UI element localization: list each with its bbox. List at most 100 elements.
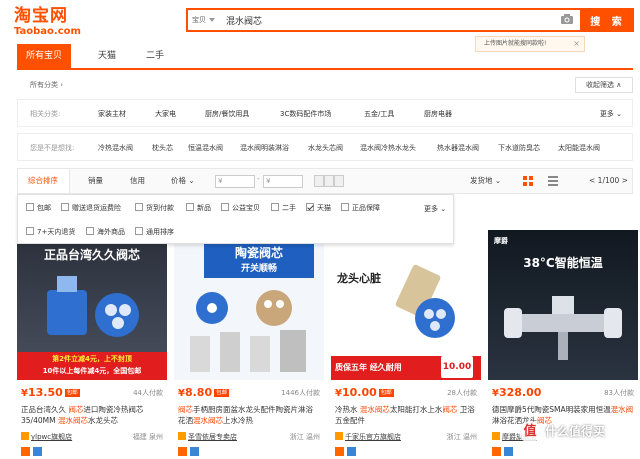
tmall-badge-icon[interactable] — [21, 447, 30, 456]
filter-new[interactable]: 新品 — [186, 203, 211, 213]
category-item[interactable]: 厨房电器 — [424, 109, 452, 119]
checkbox[interactable] — [135, 227, 143, 235]
product-image[interactable]: 陶瓷阀芯 开关顺畅 — [174, 230, 324, 380]
filter-tmall[interactable]: 天猫 — [306, 203, 331, 213]
product-card[interactable]: 龙头心脏 质保五年 经久耐用 10.00 ¥10.00 包邮 28人付款 冷热水 … — [331, 230, 481, 459]
shop-icon — [21, 432, 29, 440]
search-scope-select[interactable]: 宝贝 — [192, 13, 216, 27]
currency-symbol: ¥ — [335, 388, 342, 399]
filter-general-sort[interactable]: 通用排序 — [135, 227, 174, 237]
product-title[interactable]: 正品台湾久久 阀芯进口陶瓷冷热阀芯35/40MM 混水阀芯水龙头芯 — [21, 404, 163, 426]
categories-more-button[interactable]: 更多 ⌄ — [600, 109, 622, 119]
related-search-item[interactable]: 枕头芯 — [152, 143, 173, 153]
checkbox[interactable] — [26, 203, 34, 211]
product-info: ¥8.80 包邮 1446人付款 阀芯手柄厨房面盆水龙头配件陶瓷片淋浴花洒混水阀芯… — [174, 380, 324, 459]
checkbox[interactable] — [186, 203, 194, 211]
watermark: 值什么值得买 — [519, 421, 639, 451]
product-card[interactable]: 陶瓷阀芯 开关顺畅 ¥8.80 包邮 1446人付款 阀芯手柄厨房面盆水龙头配件陶… — [174, 230, 324, 459]
image-headline: 陶瓷阀芯 — [234, 246, 283, 260]
product-title[interactable]: 冷热水 混水阀芯太阳能打水上水阀芯 卫浴五金配件 — [335, 404, 477, 426]
related-search-item[interactable]: 混水阀冷热水龙头 — [360, 143, 416, 153]
filters-more-button[interactable]: 更多 ⌄ — [424, 204, 446, 214]
valve-cartridge-picture — [395, 264, 455, 338]
filter-free-shipping[interactable]: 包邮 — [26, 203, 51, 213]
filter-charity[interactable]: 公益宝贝 — [221, 203, 260, 213]
free-shipping-badge: 包邮 — [214, 389, 230, 397]
category-item[interactable]: 厨房/餐饮用具 — [205, 109, 249, 119]
related-search-item[interactable]: 太阳能混水阀 — [558, 143, 600, 153]
location: 浙江 温州 — [289, 433, 320, 441]
service-badge-icon[interactable] — [190, 447, 199, 456]
tab-tmall[interactable]: 天猫 — [87, 44, 127, 68]
product-image[interactable]: 龙头心脏 质保五年 经久耐用 10.00 — [331, 230, 481, 380]
buyers-count: 1446人付款 — [281, 389, 320, 397]
filter-7day-return[interactable]: 7+天内退货 — [26, 227, 75, 237]
list-view-icon[interactable] — [548, 176, 558, 186]
price-distribution[interactable] — [314, 175, 344, 187]
related-categories-label: 相关分类: — [30, 110, 61, 118]
search-input[interactable] — [226, 13, 526, 27]
related-search-item[interactable]: 水龙头芯阀 — [308, 143, 343, 153]
checkbox[interactable] — [271, 203, 279, 211]
filter-overseas[interactable]: 海外商品 — [86, 227, 125, 237]
tab-all-items[interactable]: 所有宝贝 — [17, 44, 71, 68]
filter-second-hand[interactable]: 二手 — [271, 203, 296, 213]
filter-authentic[interactable]: 正品保障 — [341, 203, 380, 213]
service-badge-icon[interactable] — [504, 447, 513, 456]
price-min-input[interactable]: ¥ — [215, 175, 255, 188]
checkbox[interactable] — [221, 203, 229, 211]
taobao-logo[interactable]: 淘宝网 Taobao.com — [14, 6, 94, 38]
checkbox[interactable] — [26, 227, 34, 235]
related-search-item[interactable]: 混水阀明装淋浴 — [240, 143, 289, 153]
price-max-input[interactable]: ¥ — [263, 175, 303, 188]
checkbox[interactable] — [341, 203, 349, 211]
currency-symbol: ¥ — [178, 388, 185, 399]
shop-name[interactable]: 圣雪依居专卖店 — [188, 433, 237, 441]
filter-cod[interactable]: 货到付款 — [135, 203, 174, 213]
checkbox[interactable] — [135, 203, 143, 211]
grid-view-icon[interactable] — [523, 176, 533, 186]
tab-underline — [17, 68, 633, 70]
ship-location-select[interactable]: 发货地 ⌄ — [470, 169, 501, 193]
collapse-filter-button[interactable]: 收起筛选 ∧ — [575, 77, 633, 93]
logo-english: Taobao.com — [14, 26, 81, 37]
sort-price[interactable]: 价格 ⌄ — [171, 169, 195, 193]
tip-close-button[interactable]: × — [573, 37, 580, 51]
filter-return-insurance[interactable]: 赠送退货运费险 — [61, 203, 121, 213]
product-title[interactable]: 阀芯手柄厨房面盆水龙头配件陶瓷片淋浴花洒混水阀芯上水冷热 — [178, 404, 320, 426]
checkbox-checked[interactable] — [306, 203, 314, 211]
product-info: ¥10.00 包邮 28人付款 冷热水 混水阀芯太阳能打水上水阀芯 卫浴五金配件 … — [331, 380, 481, 459]
logo-chinese: 淘宝网 — [14, 6, 68, 26]
sort-credit[interactable]: 信用 — [130, 169, 145, 193]
pager[interactable]: < 1/100 > — [589, 169, 628, 193]
tmall-badge-icon[interactable] — [178, 447, 187, 456]
category-item[interactable]: 五金/工具 — [364, 109, 394, 119]
sort-bar: 综合排序 销量 信用 价格 ⌄ ¥ - ¥ 发货地 ⌄ < 1/100 > — [17, 168, 633, 194]
sort-default[interactable]: 综合排序 — [18, 169, 70, 193]
tmall-badge-icon[interactable] — [335, 447, 344, 456]
category-item[interactable]: 3C数码配件市场 — [280, 109, 331, 119]
checkbox[interactable] — [61, 203, 69, 211]
shop-name[interactable]: 千家乐官方旗舰店 — [345, 433, 401, 441]
product-image[interactable]: 摩爵 38°C智能恒温 — [488, 230, 638, 380]
category-item[interactable]: 大家电 — [155, 109, 176, 119]
related-search-item[interactable]: 恒温混水阀 — [188, 143, 223, 153]
tmall-badge-icon[interactable] — [492, 447, 501, 456]
breadcrumb[interactable]: 所有分类 › — [30, 80, 63, 90]
related-search-item[interactable]: 热水器混水阀 — [437, 143, 479, 153]
related-search-item[interactable]: 下水道防臭芯 — [498, 143, 540, 153]
search-button[interactable]: 搜 索 — [582, 8, 634, 32]
camera-icon[interactable] — [560, 13, 574, 25]
tab-second-hand[interactable]: 二手 — [135, 44, 175, 68]
product-image[interactable]: 正品台湾久久阀芯 第2件立减4元，上不封顶 10件以上每件减4元，全国包邮 — [17, 230, 167, 380]
service-badge-icon[interactable] — [347, 447, 356, 456]
related-search-item[interactable]: 冷热混水阀 — [98, 143, 133, 153]
checkbox[interactable] — [86, 227, 94, 235]
shop-icon — [492, 432, 500, 440]
category-item[interactable]: 家装主材 — [98, 109, 126, 119]
product-card[interactable]: 正品台湾久久阀芯 第2件立减4元，上不封顶 10件以上每件减4元，全国包邮 ¥1… — [17, 230, 167, 459]
service-badge-icon[interactable] — [33, 447, 42, 456]
related-search-label: 您是不是想找: — [30, 144, 75, 152]
shop-name[interactable]: ylpwc旗舰店 — [31, 433, 72, 441]
sort-sales[interactable]: 销量 — [88, 169, 103, 193]
